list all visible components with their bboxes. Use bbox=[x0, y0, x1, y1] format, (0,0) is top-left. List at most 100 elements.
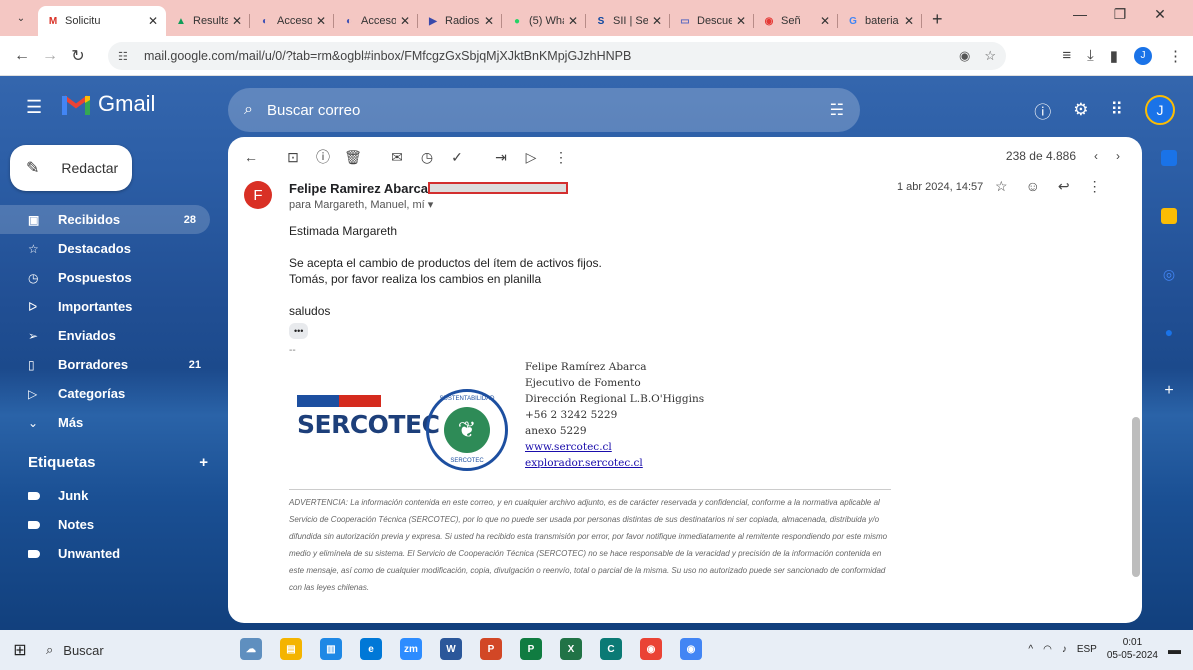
emoji-react-icon[interactable]: ☺ bbox=[1026, 178, 1040, 195]
close-window-icon[interactable]: ✕ bbox=[1140, 6, 1180, 23]
reload-icon[interactable]: ↻ bbox=[64, 46, 92, 66]
browser-tab[interactable]: M Solicitu ✕ bbox=[38, 6, 166, 36]
close-tab-icon[interactable]: ✕ bbox=[904, 14, 914, 28]
star-icon[interactable]: ☆ bbox=[995, 178, 1008, 195]
contacts-icon[interactable]: ● bbox=[1161, 324, 1177, 340]
sidebar-item-recibidos[interactable]: ▣ Recibidos 28 bbox=[0, 205, 210, 234]
close-tab-icon[interactable]: ✕ bbox=[568, 14, 578, 28]
windows-start-icon[interactable]: ⊞ bbox=[0, 640, 40, 660]
sidebar-item-destacados[interactable]: ☆ Destacados bbox=[0, 234, 215, 263]
close-tab-icon[interactable]: ✕ bbox=[232, 14, 242, 28]
compose-button[interactable]: ✎ Redactar bbox=[10, 145, 132, 191]
edge-icon[interactable]: e bbox=[360, 638, 382, 660]
powerpoint-icon[interactable]: P bbox=[480, 638, 502, 660]
calendar-icon[interactable] bbox=[1161, 150, 1177, 166]
delete-icon[interactable]: 🗑 bbox=[338, 149, 368, 166]
main-menu-icon[interactable]: ☰ bbox=[26, 97, 42, 118]
search-input[interactable]: Buscar correo bbox=[267, 102, 360, 119]
close-tab-icon[interactable]: ✕ bbox=[736, 14, 746, 28]
network-icon[interactable]: ◠ bbox=[1043, 644, 1052, 655]
back-to-inbox-icon[interactable]: ← bbox=[236, 149, 266, 165]
bookmark-star-icon[interactable]: ☆ bbox=[984, 48, 996, 64]
apps-grid-icon[interactable]: ⠿ bbox=[1111, 100, 1123, 120]
sidebar-item-categoras[interactable]: ▷ Categorías bbox=[0, 379, 215, 408]
gmail-logo[interactable]: Gmail bbox=[62, 91, 155, 117]
newer-icon[interactable]: ‹ bbox=[1094, 149, 1098, 163]
taskbar-search[interactable]: ⌕ Buscar bbox=[46, 642, 104, 658]
close-tab-icon[interactable]: ✕ bbox=[820, 14, 830, 28]
label-item-notes[interactable]: Notes bbox=[0, 510, 215, 539]
scrollbar[interactable] bbox=[1132, 417, 1140, 577]
close-tab-icon[interactable]: ✕ bbox=[652, 14, 662, 28]
new-tab-button[interactable]: + bbox=[922, 9, 953, 36]
add-task-icon[interactable]: ✓ bbox=[442, 149, 472, 166]
search-icon[interactable]: ⌕ bbox=[244, 101, 253, 119]
move-to-icon[interactable]: ⇥ bbox=[486, 149, 516, 166]
sender-avatar[interactable]: F bbox=[244, 181, 272, 209]
word-icon[interactable]: W bbox=[440, 638, 462, 660]
forward-icon[interactable]: → bbox=[36, 47, 64, 65]
recipients[interactable]: para Margareth, Manuel, mí ▾ bbox=[289, 198, 433, 211]
tab-search-button[interactable]: ⌄ bbox=[8, 7, 34, 29]
sig-link[interactable]: explorador.sercotec.cl bbox=[525, 455, 704, 471]
tasks-icon[interactable]: ◎ bbox=[1161, 266, 1177, 282]
widget-icon[interactable]: ☁ bbox=[240, 638, 262, 660]
snooze-icon[interactable]: ◷ bbox=[412, 149, 442, 166]
sidebar-item-importantes[interactable]: ᐅ Importantes bbox=[0, 292, 215, 321]
volume-icon[interactable]: ♪ bbox=[1062, 644, 1067, 655]
settings-gear-icon[interactable]: ⚙ bbox=[1073, 100, 1088, 120]
sidebar-item-borradores[interactable]: ▯ Borradores 21 bbox=[0, 350, 215, 379]
sender-name[interactable]: Felipe Ramirez Abarca bbox=[289, 181, 428, 196]
browser-tab[interactable]: ● (5) Wha ✕ bbox=[502, 6, 586, 36]
browser-tab[interactable]: Gbateria ✕ bbox=[838, 6, 922, 36]
language-indicator[interactable]: ESP bbox=[1077, 644, 1097, 655]
file-explorer-icon[interactable]: ▥ bbox=[320, 638, 342, 660]
search-bar[interactable]: ⌕ Buscar correo ☵ bbox=[228, 88, 860, 132]
kebab-menu-icon[interactable]: ⋮ bbox=[1168, 47, 1183, 65]
help-icon[interactable]: ⓘ bbox=[1034, 98, 1051, 123]
more-message-icon[interactable]: ⋮ bbox=[1088, 178, 1102, 195]
back-icon[interactable]: ← bbox=[8, 47, 36, 65]
close-tab-icon[interactable]: ✕ bbox=[400, 14, 410, 28]
profile-avatar[interactable]: J bbox=[1134, 46, 1152, 65]
close-tab-icon[interactable]: ✕ bbox=[316, 14, 326, 28]
show-hidden-icon[interactable]: ^ bbox=[1028, 644, 1033, 655]
close-tab-icon[interactable]: ✕ bbox=[148, 14, 158, 28]
project-icon[interactable]: P bbox=[520, 638, 542, 660]
app-icon[interactable]: C bbox=[600, 638, 622, 660]
browser-tab[interactable]: ▲ Resulta ✕ bbox=[166, 6, 250, 36]
mark-unread-icon[interactable]: ✉ bbox=[382, 149, 412, 166]
browser-tab[interactable]: S SII | Ser ✕ bbox=[586, 6, 670, 36]
reply-icon[interactable]: ↩ bbox=[1058, 178, 1070, 195]
zoom-icon[interactable]: zm bbox=[400, 638, 422, 660]
browser-tab[interactable]: ◉ Señ ✕ bbox=[754, 6, 838, 36]
keep-icon[interactable] bbox=[1161, 208, 1177, 224]
older-icon[interactable]: › bbox=[1116, 149, 1120, 163]
create-label-icon[interactable]: + bbox=[199, 454, 208, 471]
excel-icon[interactable]: X bbox=[560, 638, 582, 660]
reading-list-icon[interactable]: ≡ bbox=[1062, 47, 1071, 64]
sidebar-item-ms[interactable]: ⌄ Más bbox=[0, 408, 215, 437]
clock[interactable]: 0:01 05-05-2024 bbox=[1107, 636, 1158, 662]
add-addon-icon[interactable]: + bbox=[1161, 382, 1177, 399]
minimize-icon[interactable]: — bbox=[1060, 6, 1100, 23]
show-trimmed-button[interactable]: ••• bbox=[289, 323, 309, 339]
task-view-icon[interactable]: ▤ bbox=[280, 638, 302, 660]
search-options-icon[interactable]: ☵ bbox=[830, 100, 844, 120]
account-avatar[interactable]: J bbox=[1145, 95, 1175, 125]
archive-icon[interactable]: ⊡ bbox=[278, 149, 308, 166]
download-icon[interactable]: ⤓ bbox=[1087, 47, 1094, 64]
sidebar-item-enviados[interactable]: ➢ Enviados bbox=[0, 321, 215, 350]
notifications-icon[interactable]: ▬ bbox=[1168, 642, 1181, 657]
browser-tab[interactable]: ◐ Acceso ✕ bbox=[250, 6, 334, 36]
browser-tab[interactable]: ▶ Radios ✕ bbox=[418, 6, 502, 36]
eye-icon[interactable]: ◉ bbox=[959, 48, 970, 64]
site-info-icon[interactable]: ☷ bbox=[118, 50, 138, 63]
sidepanel-icon[interactable]: ▮ bbox=[1110, 47, 1118, 65]
report-spam-icon[interactable]: ⓘ bbox=[308, 147, 338, 167]
label-icon[interactable]: ▷ bbox=[516, 149, 546, 166]
browser-tab[interactable]: ◐ Acceso ✕ bbox=[334, 6, 418, 36]
label-item-junk[interactable]: Junk bbox=[0, 481, 215, 510]
address-bar[interactable]: ☷ mail.google.com/mail/u/0/?tab=rm&ogbl#… bbox=[108, 42, 1006, 70]
sig-link[interactable]: www.sercotec.cl bbox=[525, 439, 704, 455]
